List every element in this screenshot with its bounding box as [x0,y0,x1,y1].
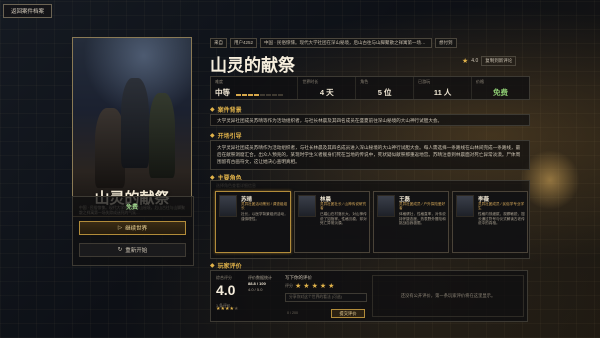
character-desc: 社长，以医学背景组织活动，谨慎理性。 [241,212,288,221]
restart-button[interactable]: ↻ 重新开始 [79,243,186,257]
stat-value: 5 位 [377,88,392,97]
rating-stars-label: 评分 [285,283,293,288]
rating-stats-line2: 4.0 / 5.0 [248,287,263,292]
difficulty-bar [248,93,254,96]
meta-row: 来自 用户4252 中国 · 民俗惊悚。现代大学社团在深山秘境，后山古往与山脚聚… [210,38,457,48]
stat-label: 角色 [360,79,369,84]
continue-world-button[interactable]: ▷ 继续世界 [79,221,186,235]
rating-stats: 评价数据统计 88.8 / 100 4.0 / 5.0 [248,275,282,293]
diamond-icon: ◆ [210,107,215,113]
stat-label: 价格 [476,79,485,84]
intro-text: 大学灵异社团成员苏晴作为活动组织者，与社长林晨及其四名成员进入深山秘境的大山神行… [210,140,530,170]
continue-label: 继续世界 [125,226,148,232]
player-rating-title: 玩家评价 [217,264,242,270]
stat-label: 世界时长 [302,79,319,84]
restart-icon: ↻ [117,247,123,253]
star-icon[interactable]: ★ [312,282,318,290]
page-title: 山灵的献祭 [210,56,295,76]
character-desc: 已婚山在村落长大，对山神传说了如指掌。性格沉稳，却对死亡异常淡漠。 [320,212,367,226]
intro-heading: ◆ 开场引导 [210,131,242,140]
play-icon: ▷ [117,225,123,231]
star-empty-icon: ★ [233,306,239,312]
poster-figure-center [121,78,149,168]
story-poster: 山灵的献祭 中国 · 民俗惊悚。现代大学社团在深山秘境，后山古往与山脚聚散之祥寓… [72,37,192,217]
character-avatar [456,195,474,217]
star-icon[interactable]: ★ [295,282,301,290]
overall-score: 4.0 [216,282,236,298]
difficulty-bar [260,93,266,96]
star-icon[interactable]: ★ [303,282,309,290]
stat-duration: 世界时长 4 天 [298,77,357,99]
top-rating: ★ 4.0 复制到新评论 [462,56,517,66]
star-icon[interactable]: ★ [328,282,334,290]
stat-difficulty: 难度 中等 [211,77,299,99]
stat-value: 11 人 [433,88,452,97]
character-card[interactable]: 林晨 灵异社团社长 / 山神传说研究者 已婚山在村落长大，对山神传说了如指掌。性… [294,191,370,253]
intro-title: 开场引导 [217,134,242,140]
character-card[interactable]: 苏晴 灵异社团活动策划 / 调查组组长 社长，以医学背景组织活动，谨慎理性。 [215,191,291,253]
player-rating-heading: ◆ 玩家评价 [210,261,242,270]
diamond-icon: ◆ [210,133,215,139]
difficulty-bar [278,93,284,96]
character-desc: 性格内敛细腻，观察敏锐，擅长通过符号与仪式解读古老传说中的真相。 [478,212,525,226]
character-card[interactable]: 王磊 灵异社团成员 / 户外探险爱好者 体格健壮，性格直率，对传说持怀疑态度，热… [373,191,449,253]
poster-figure-right [149,93,175,178]
difficulty-meter [236,89,284,98]
character-cards: 苏晴 灵异社团活动策划 / 调查组组长 社长，以医学背景组织活动，谨慎理性。 林… [215,191,528,253]
rating-stars-input[interactable]: 评分 ★ ★ ★ ★ ★ [285,282,367,290]
stat-roles: 角色 5 位 [356,77,415,99]
difficulty-bar [236,93,242,96]
difficulty-value: 中等 [215,88,230,97]
top-rating-score: 4.0 [471,58,479,64]
stat-value: 4 天 [319,88,334,97]
background-text: 大学灵异社团成员苏晴等作为活动组织者，与社长林晨及其四名成员在盛夏前往深山秘境的… [210,114,530,126]
source-chip: 来自 [210,38,227,48]
stats-bar: 难度 中等 世界时长 4 天 角色 5 位 已游玩 11 人 价格 免费 [210,76,530,100]
share-button[interactable]: 复制到新评论 [481,56,517,66]
background-heading: ◆ 案件背景 [210,105,242,114]
stat-played: 已游玩 11 人 [414,77,473,99]
stat-value: 免费 [493,88,508,97]
review-input[interactable]: 分享你对这个世界的看法 (可选) [285,293,367,302]
stat-label: 已游玩 [418,79,431,84]
back-to-cases-button[interactable]: 返回案件档案 [3,4,52,18]
difficulty-bar [272,93,278,96]
star-icon: ★ [462,58,469,65]
price-label: 免费 [125,205,138,211]
difficulty-bar [254,93,260,96]
star-icon[interactable]: ★ [320,282,326,290]
stat-price: 价格 免费 [472,77,529,99]
write-review-title: 写下你的评价 [285,275,312,280]
submit-review-button[interactable]: 提交评价 [331,309,365,318]
report-chip[interactable]: 想付到 [435,38,457,48]
score-label: 综合评分 [216,275,232,280]
difficulty-bar [266,93,272,96]
character-avatar [298,195,316,217]
character-card[interactable]: 李薇 灵异社团成员 / 民俗学专业学生 性格内敛细腻，观察敏锐，擅长通过符号与仪… [452,191,528,253]
character-role: 灵异社团社长 / 山神传说研究者 [320,202,367,211]
character-role: 灵异社团成员 / 民俗学专业学生 [478,202,525,211]
genre-chip: 中国 · 民俗惊悚。现代大学社团在深山秘境，后山古往与山脚聚散之祥寓第一场失踪成… [260,38,433,48]
character-desc: 体格健壮，性格直率，对传说持怀疑态度，热衷野外冒险和挑战自我极限。 [399,212,446,226]
write-review: 写下你的评价 评分 ★ ★ ★ ★ ★ 分享你对这个世界的看法 (可选) [285,275,367,302]
character-role: 灵异社团活动策划 / 调查组组长 [241,202,288,211]
difficulty-bar [242,93,248,96]
char-count: 0 / 200 [287,311,298,315]
background-title: 案件背景 [217,108,242,114]
restart-label: 重新开始 [125,248,148,254]
character-role: 灵异社团成员 / 户外探险爱好者 [399,202,446,211]
stat-label: 难度 [215,79,223,84]
character-avatar [219,195,237,217]
author-chip[interactable]: 用户4252 [230,38,258,48]
review-count: 1 条评价 [216,304,231,308]
stat-value: 中等 [215,87,293,98]
character-avatar [377,195,395,217]
empty-reviews-message: 还没有公开评价，第一条玩家评价将在这里显示。 [372,275,524,317]
diamond-icon: ◆ [210,263,215,269]
